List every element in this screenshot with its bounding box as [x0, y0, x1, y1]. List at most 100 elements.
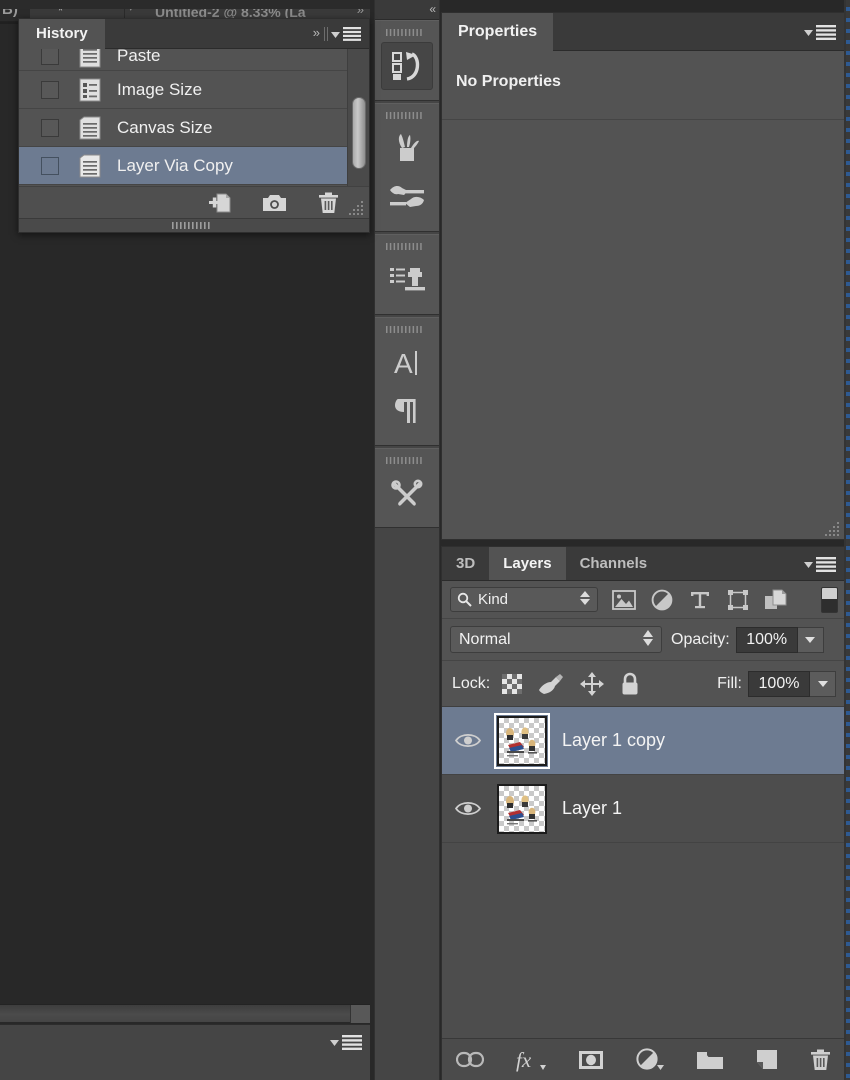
layer-visibility-toggle[interactable] — [442, 732, 494, 749]
add-layer-mask-button[interactable] — [578, 1050, 604, 1070]
fill-label: Fill: — [717, 674, 742, 692]
move-arrows-icon — [580, 671, 605, 696]
tab-layers[interactable]: Layers — [489, 547, 566, 580]
filter-kind-select[interactable]: Kind — [450, 587, 598, 612]
dock-icon-character[interactable]: A — [375, 339, 439, 387]
filter-enable-toggle[interactable] — [821, 587, 838, 613]
double-chevron-right-icon[interactable]: » — [313, 25, 320, 40]
history-tab-bar: History » — [19, 19, 369, 49]
adjustment-circle-icon — [635, 1047, 664, 1070]
new-adjustment-layer-button[interactable] — [635, 1047, 664, 1072]
dock-icon-brush-presets[interactable] — [375, 125, 439, 173]
layer-list[interactable]: Layer 1 copy Layer 1 — [442, 707, 844, 1038]
stepper-arrows-icon[interactable] — [643, 630, 653, 646]
opacity-dropdown-button[interactable] — [797, 626, 824, 653]
dock-gripper[interactable] — [375, 112, 439, 119]
layer-thumbnail-wrap[interactable] — [494, 781, 550, 837]
history-panel-gripper[interactable] — [19, 218, 369, 232]
delete-state-button[interactable] — [318, 192, 339, 214]
blend-mode-value: Normal — [459, 630, 511, 648]
opacity-value[interactable]: 100% — [735, 626, 798, 653]
tab-channels[interactable]: Channels — [566, 547, 662, 580]
dock-gripper[interactable] — [375, 457, 439, 464]
dock-icon-paragraph[interactable] — [375, 387, 439, 435]
no-properties-message: No Properties — [456, 73, 561, 90]
history-state-row-selected[interactable]: Layer Via Copy — [19, 147, 369, 185]
history-snapshot-checkbox[interactable] — [41, 156, 59, 175]
eye-icon — [455, 802, 481, 815]
layer-row[interactable]: Layer 1 — [442, 775, 844, 843]
properties-body: No Properties — [442, 51, 844, 539]
dock-icon-clone-source[interactable] — [375, 256, 439, 304]
tab-3d[interactable]: 3D — [442, 547, 489, 580]
lock-transparent-pixels-button[interactable] — [502, 673, 523, 694]
tab-history[interactable]: History — [19, 19, 105, 49]
lock-all-button[interactable] — [620, 672, 640, 696]
history-snapshot-checkbox[interactable] — [41, 80, 59, 99]
blend-mode-select[interactable]: Normal — [450, 626, 662, 653]
resize-grip-icon[interactable] — [825, 520, 841, 536]
link-layers-button[interactable] — [455, 1051, 484, 1068]
add-layer-style-button[interactable]: fx — [516, 1048, 546, 1072]
history-state-row[interactable]: Canvas Size — [19, 109, 369, 147]
history-state-row[interactable]: Image Size — [19, 71, 369, 109]
scrollbar-corner — [350, 1005, 370, 1023]
dock-gripper[interactable] — [375, 29, 439, 36]
create-document-from-state-button[interactable] — [208, 192, 232, 214]
filter-adjustment-layers-icon[interactable] — [650, 588, 674, 612]
panel-menu-icon[interactable] — [804, 25, 836, 40]
padlock-icon — [622, 672, 638, 694]
tab-properties[interactable]: Properties — [442, 13, 554, 51]
dock-icon-brush[interactable] — [375, 173, 439, 221]
resize-grip-icon[interactable] — [349, 199, 365, 215]
trash-icon — [810, 1049, 830, 1070]
history-snapshot-checkbox[interactable] — [41, 49, 59, 65]
layer-via-copy-icon — [79, 154, 105, 178]
filter-shape-layers-icon[interactable] — [726, 588, 750, 612]
dock-icon-history[interactable] — [381, 42, 433, 90]
delete-layer-button[interactable] — [810, 1049, 831, 1071]
lock-image-pixels-button[interactable] — [538, 673, 564, 695]
folder-icon — [696, 1051, 723, 1069]
layer-row-selected[interactable]: Layer 1 copy — [442, 707, 844, 775]
create-new-snapshot-button[interactable] — [262, 193, 288, 213]
layer-name[interactable]: Layer 1 copy — [562, 730, 665, 751]
new-group-button[interactable] — [696, 1050, 724, 1070]
layer-name[interactable]: Layer 1 — [562, 798, 622, 819]
history-vertical-scrollbar[interactable] — [347, 49, 369, 204]
lock-position-button[interactable] — [580, 671, 605, 696]
layer-filter-icons — [612, 588, 788, 612]
fill-value[interactable]: 100% — [748, 670, 810, 697]
search-icon — [457, 592, 472, 607]
layer-visibility-toggle[interactable] — [442, 800, 494, 817]
stepper-arrows-icon[interactable] — [580, 591, 590, 605]
layer-thumbnail-wrap[interactable] — [494, 712, 550, 769]
history-state-icon — [79, 49, 105, 68]
filter-type-layers-icon[interactable] — [688, 588, 712, 612]
panel-menu-icon[interactable] — [804, 557, 836, 572]
dock-gripper[interactable] — [375, 326, 439, 333]
fill-dropdown-button[interactable] — [810, 670, 836, 697]
clone-source-icon — [390, 268, 425, 291]
tabstrip-clip-mask — [0, 0, 370, 9]
history-panel: History » Paste Image Size Canvas Size L… — [18, 18, 370, 233]
dock-gripper[interactable] — [375, 243, 439, 250]
scrollbar-thumb[interactable] — [352, 97, 366, 169]
document-horizontal-scrollbar[interactable] — [0, 1004, 370, 1023]
history-snapshot-checkbox[interactable] — [41, 118, 59, 137]
layers-footer-toolbar: fx — [442, 1038, 844, 1080]
layer-filter-row: Kind — [442, 581, 844, 619]
new-layer-button[interactable] — [756, 1049, 778, 1070]
filter-pixel-layers-icon[interactable] — [612, 588, 636, 612]
dock-icon-tool-presets[interactable] — [375, 470, 439, 518]
history-state-row[interactable]: Paste — [19, 49, 369, 71]
panel-menu-icon[interactable] — [330, 1035, 362, 1050]
history-state-list[interactable]: Paste Image Size Canvas Size Layer Via C… — [19, 49, 369, 204]
dock-group-type: A — [375, 317, 439, 446]
layers-tab-bar: 3D Layers Channels — [442, 547, 844, 581]
double-chevron-left-icon[interactable]: « — [375, 0, 439, 20]
panel-menu-icon[interactable] — [331, 27, 361, 41]
filter-smart-objects-icon[interactable] — [764, 588, 788, 612]
collapsed-panel-dock: « A — [374, 0, 440, 1080]
dock-empty-area — [375, 527, 439, 1080]
